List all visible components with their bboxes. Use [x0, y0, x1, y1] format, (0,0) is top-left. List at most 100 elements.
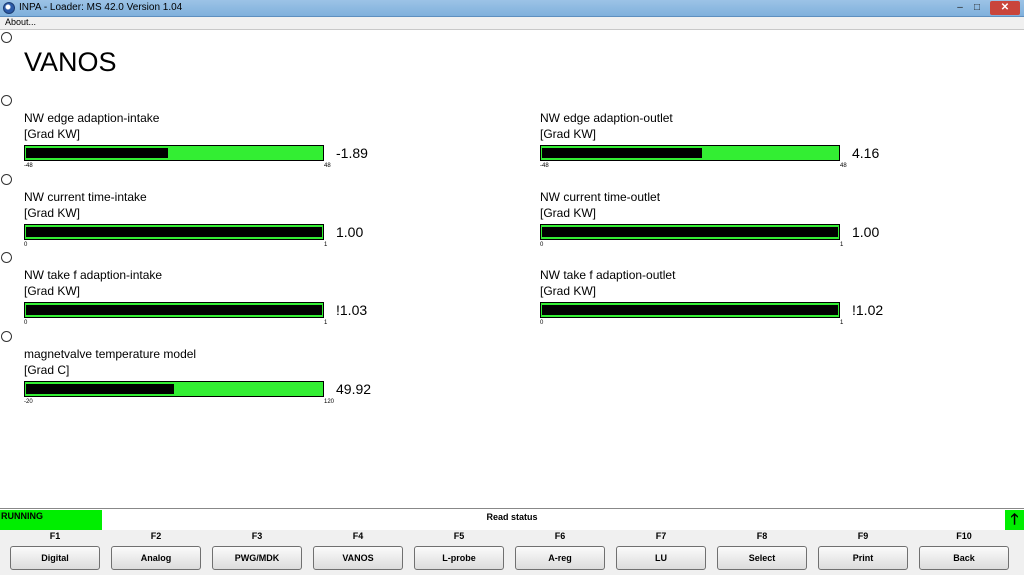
- gauge-value: 1.00: [336, 224, 364, 240]
- gauge-unit: [Grad KW]: [24, 127, 81, 141]
- gauge-max: 48: [840, 163, 847, 169]
- gauge-fill: [542, 227, 838, 237]
- radio-button[interactable]: [1, 252, 12, 263]
- gauge-label: NW edge adaption-outlet: [540, 111, 673, 125]
- fkey-slot-f6: F6 A-reg: [515, 530, 605, 575]
- up-arrow-icon[interactable]: 🡑: [1005, 510, 1024, 530]
- radio-button[interactable]: [1, 32, 12, 43]
- gauge-unit: [Grad KW]: [24, 206, 81, 220]
- lu-button[interactable]: LU: [616, 546, 706, 570]
- gauge-min: 0: [24, 242, 28, 248]
- gauge-magnetvalve-temperature: magnetvalve temperature model [Grad C] 4…: [24, 347, 404, 417]
- fkey-label: F2: [150, 531, 162, 541]
- gauge-bar: [24, 302, 324, 318]
- function-key-bar: F1 Digital F2 Analog F3 PWG/MDK F4 VANOS…: [0, 530, 1024, 575]
- gauge-bar: [24, 224, 324, 240]
- gauge-bar: [540, 145, 840, 161]
- gauge-min: 0: [540, 320, 544, 326]
- gauge-value: 49.92: [336, 381, 372, 397]
- gauge-min: -20: [24, 399, 33, 405]
- fkey-label: F5: [453, 531, 465, 541]
- maximize-button[interactable]: □: [969, 1, 985, 15]
- gauge-unit: [Grad KW]: [24, 284, 81, 298]
- fkey-label: F1: [49, 531, 61, 541]
- gauge-max: 48: [324, 163, 331, 169]
- gauge-min: 0: [540, 242, 544, 248]
- fkey-label: F7: [655, 531, 667, 541]
- fkey-slot-f8: F8 Select: [717, 530, 807, 575]
- gauge-label: magnetvalve temperature model: [24, 347, 197, 361]
- gauge-label: NW take f adaption-outlet: [540, 268, 676, 282]
- gauge-fill: [542, 305, 838, 315]
- gauge-unit: [Grad C]: [24, 363, 70, 377]
- gauge-min: -48: [540, 163, 549, 169]
- gauge-unit: [Grad KW]: [540, 206, 597, 220]
- gauge-max: 1: [840, 242, 844, 248]
- gauge-bar: [540, 224, 840, 240]
- fkey-slot-f4: F4 VANOS: [313, 530, 403, 575]
- fkey-slot-f7: F7 LU: [616, 530, 706, 575]
- fkey-slot-f5: F5 L-probe: [414, 530, 504, 575]
- print-button[interactable]: Print: [818, 546, 908, 570]
- gauge-value: -1.89: [336, 145, 368, 161]
- gauge-bar: [24, 381, 324, 397]
- menu-item-about[interactable]: About...: [5, 17, 36, 27]
- gauge-unit: [Grad KW]: [540, 284, 597, 298]
- back-button[interactable]: Back: [919, 546, 1009, 570]
- gauge-value: !1.03: [336, 302, 368, 318]
- fkey-slot-f10: F10 Back: [919, 530, 1009, 575]
- gauge-label: NW take f adaption-intake: [24, 268, 163, 282]
- fkey-slot-f1: F1 Digital: [10, 530, 100, 575]
- gauge-value: !1.02: [852, 302, 884, 318]
- title-bar: INPA - Loader: MS 42.0 Version 1.04 – □ …: [0, 0, 1024, 17]
- close-button[interactable]: ✕: [990, 1, 1020, 15]
- status-message: Read status: [486, 512, 538, 522]
- fkey-slot-f9: F9 Print: [818, 530, 908, 575]
- gauge-value: 4.16: [852, 145, 880, 161]
- radio-button[interactable]: [1, 95, 12, 106]
- gauge-nw-edge-adaption-outlet: NW edge adaption-outlet [Grad KW] 4.16 -…: [540, 111, 920, 181]
- digital-button[interactable]: Digital: [10, 546, 100, 570]
- minimize-button[interactable]: –: [952, 1, 968, 15]
- app-icon: [3, 2, 15, 14]
- gauge-max: 1: [324, 242, 328, 248]
- gauge-fill: [26, 305, 322, 315]
- gauge-min: 0: [24, 320, 28, 326]
- pwg-mdk-button[interactable]: PWG/MDK: [212, 546, 302, 570]
- gauge-label: NW current time-outlet: [540, 190, 661, 204]
- gauge-label: NW current time-intake: [24, 190, 147, 204]
- gauge-max: 1: [840, 320, 844, 326]
- radio-button[interactable]: [1, 331, 12, 342]
- window-title: INPA - Loader: MS 42.0 Version 1.04: [19, 2, 183, 13]
- fkey-label: F3: [251, 531, 263, 541]
- gauge-fill: [26, 384, 174, 394]
- gauge-fill: [542, 148, 702, 158]
- fkey-label: F8: [756, 531, 768, 541]
- fkey-label: F10: [956, 531, 972, 541]
- vanos-button[interactable]: VANOS: [313, 546, 403, 570]
- fkey-slot-f2: F2 Analog: [111, 530, 201, 575]
- gauge-fill: [26, 148, 168, 158]
- fkey-label: F4: [352, 531, 364, 541]
- gauge-nw-current-time-outlet: NW current time-outlet [Grad KW] 1.00 0 …: [540, 190, 920, 260]
- gauge-nw-take-f-adaption-outlet: NW take f adaption-outlet [Grad KW] !1.0…: [540, 268, 920, 338]
- analog-button[interactable]: Analog: [111, 546, 201, 570]
- fkey-label: F9: [857, 531, 869, 541]
- fkey-label: F6: [554, 531, 566, 541]
- gauge-bar: [24, 145, 324, 161]
- gauge-bar: [540, 302, 840, 318]
- inpa-window: INPA - Loader: MS 42.0 Version 1.04 – □ …: [0, 0, 1024, 575]
- radio-button[interactable]: [1, 174, 12, 185]
- a-reg-button[interactable]: A-reg: [515, 546, 605, 570]
- gauge-max: 120: [324, 399, 335, 405]
- gauge-value: 1.00: [852, 224, 880, 240]
- l-probe-button[interactable]: L-probe: [414, 546, 504, 570]
- gauge-nw-take-f-adaption-intake: NW take f adaption-intake [Grad KW] !1.0…: [24, 268, 404, 338]
- gauge-max: 1: [324, 320, 328, 326]
- menu-bar: About...: [0, 17, 1024, 30]
- gauge-fill: [26, 227, 322, 237]
- fkey-slot-f3: F3 PWG/MDK: [212, 530, 302, 575]
- select-button[interactable]: Select: [717, 546, 807, 570]
- gauge-unit: [Grad KW]: [540, 127, 597, 141]
- page-title: VANOS: [24, 47, 117, 77]
